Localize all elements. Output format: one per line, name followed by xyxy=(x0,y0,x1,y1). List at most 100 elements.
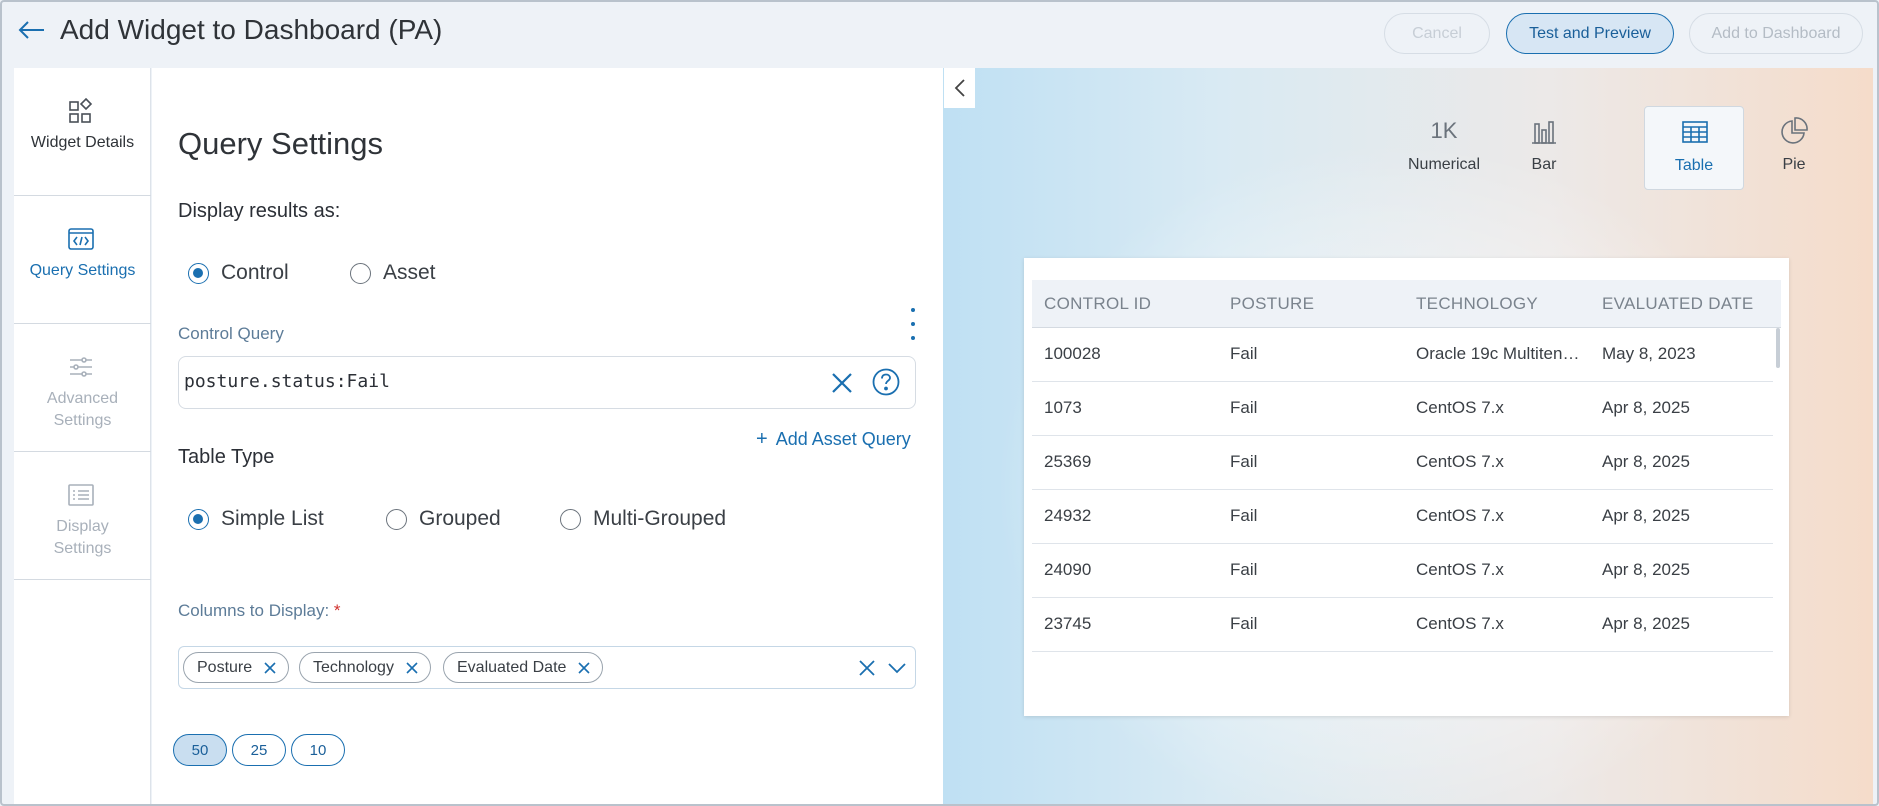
cell-technology: CentOS 7.x xyxy=(1416,452,1504,471)
viz-type-table[interactable]: Table xyxy=(1644,106,1744,190)
table-icon xyxy=(1680,117,1710,147)
nav-item-label: Widget Details xyxy=(30,134,135,151)
radio-selected-icon xyxy=(188,262,209,284)
columns-label: Columns to Display: * xyxy=(178,601,341,620)
cell-control-id: 25369 xyxy=(1044,452,1092,471)
table-row: 24090 Fail CentOS 7.x Apr 8, 2025 xyxy=(1032,544,1773,598)
cell-control-id: 1073 xyxy=(1044,398,1082,417)
test-and-preview-button[interactable]: Test and Preview xyxy=(1506,13,1674,54)
plus-icon: + xyxy=(756,428,768,450)
add-asset-query-link[interactable]: + Add Asset Query xyxy=(756,428,911,451)
cell-evaluated-date: Apr 8, 2025 xyxy=(1602,506,1690,525)
required-marker: * xyxy=(333,601,341,620)
preview-table-card: CONTROL ID POSTURE TECHNOLOGY EVALUATED … xyxy=(1024,258,1789,716)
column-chip-posture[interactable]: Posture xyxy=(183,652,290,683)
radio-grouped[interactable]: Grouped xyxy=(386,507,501,531)
column-header-posture[interactable]: POSTURE xyxy=(1230,294,1314,314)
remove-chip-icon[interactable] xyxy=(404,660,420,676)
remove-chip-icon[interactable] xyxy=(576,660,592,676)
chevron-left-icon xyxy=(954,79,965,97)
cell-technology: CentOS 7.x xyxy=(1416,614,1504,633)
cell-posture: Fail xyxy=(1230,344,1258,363)
page-title: Add Widget to Dashboard (PA) xyxy=(60,14,443,45)
control-query-input[interactable]: posture.status:Fail xyxy=(178,356,916,409)
cell-evaluated-date: Apr 8, 2025 xyxy=(1602,614,1690,633)
nav-item-advanced-settings[interactable]: Advanced Settings xyxy=(14,324,151,452)
radio-unselected-icon xyxy=(386,508,407,530)
table-row: 100028 Fail Oracle 19c Multitenant May 8… xyxy=(1032,328,1773,382)
page-size-50-button[interactable]: 50 xyxy=(173,734,227,766)
numerical-icon: 1K xyxy=(1430,118,1458,143)
radio-multi-grouped[interactable]: Multi-Grouped xyxy=(560,507,726,531)
wizard-steps-sidebar: Widget Details Query Settings Advanced S… xyxy=(14,68,151,804)
list-icon xyxy=(66,480,96,510)
control-query-label: Control Query xyxy=(178,324,284,343)
add-to-dashboard-button[interactable]: Add to Dashboard xyxy=(1689,13,1863,54)
column-header-evaluated-date[interactable]: EVALUATED DATE xyxy=(1602,294,1754,314)
nav-item-label: Query Settings xyxy=(29,262,136,279)
collapse-panel-button[interactable] xyxy=(944,68,975,108)
table-row: 23745 Fail CentOS 7.x Apr 8, 2025 xyxy=(1032,598,1773,652)
table-row: 24932 Fail CentOS 7.x Apr 8, 2025 xyxy=(1032,490,1773,544)
back-arrow-icon[interactable] xyxy=(16,14,48,46)
column-chip-technology[interactable]: Technology xyxy=(299,652,431,683)
bar-chart-icon xyxy=(1529,116,1559,146)
table-header-row: CONTROL ID POSTURE TECHNOLOGY EVALUATED … xyxy=(1032,280,1781,328)
cell-technology: CentOS 7.x xyxy=(1416,506,1504,525)
sliders-icon xyxy=(66,352,96,382)
more-options-icon[interactable] xyxy=(906,308,920,340)
clear-all-icon[interactable] xyxy=(858,659,876,677)
chevron-down-icon[interactable] xyxy=(887,659,907,677)
cell-evaluated-date: Apr 8, 2025 xyxy=(1602,398,1690,417)
display-as-label: Display results as: xyxy=(178,200,341,222)
cell-control-id: 24090 xyxy=(1044,560,1092,579)
cell-technology: CentOS 7.x xyxy=(1416,398,1504,417)
remove-chip-icon[interactable] xyxy=(262,660,278,676)
code-icon xyxy=(66,224,96,254)
radio-selected-icon xyxy=(188,508,209,530)
column-header-control-id[interactable]: CONTROL ID xyxy=(1044,294,1151,314)
viz-type-pie[interactable]: Pie xyxy=(1744,106,1844,190)
page-size-25-button[interactable]: 25 xyxy=(232,734,286,766)
pie-chart-icon xyxy=(1779,116,1809,146)
cell-control-id: 23745 xyxy=(1044,614,1092,633)
cell-evaluated-date: May 8, 2023 xyxy=(1602,344,1696,363)
cell-technology: CentOS 7.x xyxy=(1416,560,1504,579)
nav-item-display-settings[interactable]: Display Settings xyxy=(14,452,151,580)
nav-item-label: Display Settings xyxy=(53,518,112,557)
radio-simple-list[interactable]: Simple List xyxy=(188,507,324,531)
cell-technology: Oracle 19c Multitenant xyxy=(1416,344,1584,363)
table-row: 25369 Fail CentOS 7.x Apr 8, 2025 xyxy=(1032,436,1773,490)
radio-control[interactable]: Control xyxy=(188,261,289,285)
radio-unselected-icon xyxy=(350,262,371,284)
nav-item-label: Advanced Settings xyxy=(46,390,119,429)
column-chip-evaluated-date[interactable]: Evaluated Date xyxy=(443,652,604,683)
section-title: Query Settings xyxy=(178,126,384,161)
radio-unselected-icon xyxy=(560,508,581,530)
help-icon[interactable] xyxy=(871,367,901,397)
cell-evaluated-date: Apr 8, 2025 xyxy=(1602,560,1690,579)
cell-posture: Fail xyxy=(1230,560,1258,579)
control-query-value[interactable]: posture.status:Fail xyxy=(184,371,390,392)
nav-item-widget-details[interactable]: Widget Details xyxy=(14,68,151,196)
table-scrollbar[interactable] xyxy=(1776,328,1780,368)
widget-icon xyxy=(66,96,96,126)
clear-query-icon[interactable] xyxy=(829,370,855,396)
columns-multiselect[interactable]: Posture Technology Evaluated Date xyxy=(178,646,916,689)
table-type-label: Table Type xyxy=(178,446,275,468)
cell-control-id: 24932 xyxy=(1044,506,1092,525)
app-window: Add Widget to Dashboard (PA) Cancel Test… xyxy=(0,0,1879,806)
cell-posture: Fail xyxy=(1230,398,1258,417)
cell-control-id: 100028 xyxy=(1044,344,1101,363)
page-size-10-button[interactable]: 10 xyxy=(291,734,345,766)
table-row: 1073 Fail CentOS 7.x Apr 8, 2025 xyxy=(1032,382,1773,436)
cell-posture: Fail xyxy=(1230,452,1258,471)
viz-type-numerical[interactable]: 1K Numerical xyxy=(1394,106,1494,190)
radio-asset[interactable]: Asset xyxy=(350,261,436,285)
cancel-button[interactable]: Cancel xyxy=(1384,13,1490,54)
column-header-technology[interactable]: TECHNOLOGY xyxy=(1416,294,1538,314)
nav-item-query-settings[interactable]: Query Settings xyxy=(14,196,151,324)
cell-evaluated-date: Apr 8, 2025 xyxy=(1602,452,1690,471)
page-header: Add Widget to Dashboard (PA) Cancel Test… xyxy=(2,2,1877,66)
viz-type-bar[interactable]: Bar xyxy=(1494,106,1594,190)
